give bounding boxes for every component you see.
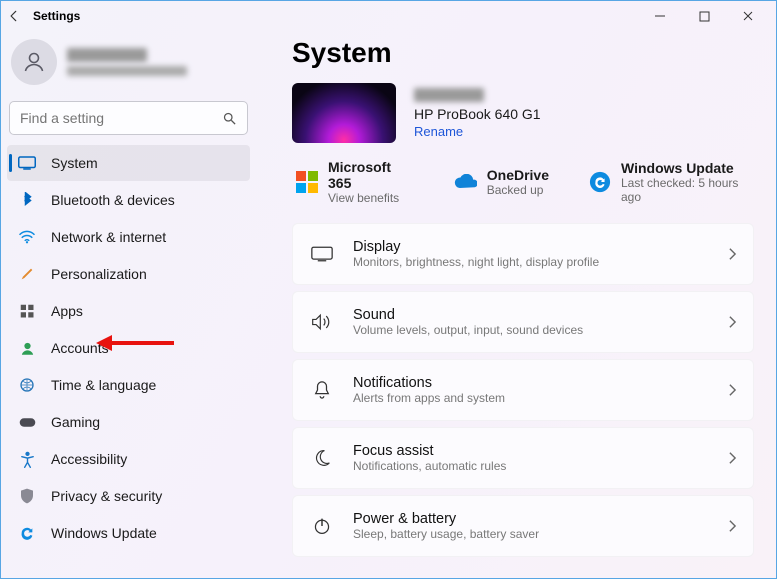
chevron-right-icon <box>728 247 737 261</box>
sidebar-item-label: Bluetooth & devices <box>51 192 175 208</box>
card-sub: Monitors, brightness, night light, displ… <box>353 255 728 269</box>
page-title: System <box>292 37 754 69</box>
card-sub: Volume levels, output, input, sound devi… <box>353 323 728 337</box>
settings-cards: Display Monitors, brightness, night ligh… <box>292 223 754 557</box>
card-notifications[interactable]: Notifications Alerts from apps and syste… <box>292 359 754 421</box>
update-icon <box>17 524 37 542</box>
minimize-button[interactable] <box>638 1 682 31</box>
device-wallpaper-preview <box>292 83 396 143</box>
sidebar-item-windows-update[interactable]: Windows Update <box>7 515 250 551</box>
apps-icon <box>17 302 37 320</box>
nav-list: System Bluetooth & devices Network & int… <box>7 145 250 551</box>
card-title: Notifications <box>353 375 728 391</box>
sidebar-item-label: Network & internet <box>51 229 166 245</box>
sidebar-item-privacy[interactable]: Privacy & security <box>7 478 250 514</box>
sidebar: System Bluetooth & devices Network & int… <box>1 31 256 578</box>
status-windows-update[interactable]: Windows Update Last checked: 5 hours ago <box>589 159 754 205</box>
sidebar-item-accounts[interactable]: Accounts <box>7 330 250 366</box>
chevron-right-icon <box>728 315 737 329</box>
chevron-right-icon <box>728 519 737 533</box>
back-button[interactable] <box>7 9 27 23</box>
card-power-battery[interactable]: Power & battery Sleep, battery usage, ba… <box>292 495 754 557</box>
account-icon <box>17 339 37 357</box>
user-email <box>67 66 187 76</box>
sidebar-item-label: Privacy & security <box>51 488 162 504</box>
close-button[interactable] <box>726 1 770 31</box>
card-title: Power & battery <box>353 511 728 527</box>
avatar <box>11 39 57 85</box>
sidebar-item-time-language[interactable]: Time & language <box>7 367 250 403</box>
search-box[interactable] <box>9 101 248 135</box>
search-icon <box>222 111 237 126</box>
sidebar-item-network[interactable]: Network & internet <box>7 219 250 255</box>
sidebar-item-bluetooth[interactable]: Bluetooth & devices <box>7 182 250 218</box>
wifi-icon <box>17 228 37 246</box>
sidebar-item-label: Gaming <box>51 414 100 430</box>
sound-icon <box>309 313 335 331</box>
card-focus-assist[interactable]: Focus assist Notifications, automatic ru… <box>292 427 754 489</box>
card-sub: Alerts from apps and system <box>353 391 728 405</box>
user-name <box>67 48 147 62</box>
search-input[interactable] <box>20 110 222 126</box>
status-title: OneDrive <box>487 167 549 183</box>
moon-icon <box>309 449 335 467</box>
status-sub: View benefits <box>328 191 413 205</box>
device-model: HP ProBook 640 G1 <box>414 106 541 122</box>
sidebar-item-label: Personalization <box>51 266 147 282</box>
status-row: Microsoft 365 View benefits OneDrive Bac… <box>292 159 754 205</box>
paintbrush-icon <box>17 265 37 283</box>
sidebar-item-label: Accessibility <box>51 451 127 467</box>
display-icon <box>309 246 335 262</box>
sidebar-item-system[interactable]: System <box>7 145 250 181</box>
status-title: Microsoft 365 <box>328 159 413 191</box>
clock-globe-icon <box>17 376 37 394</box>
device-info-block[interactable]: HP ProBook 640 G1 Rename <box>292 83 754 143</box>
sidebar-item-gaming[interactable]: Gaming <box>7 404 250 440</box>
card-title: Display <box>353 239 728 255</box>
windows-update-icon <box>589 171 611 193</box>
status-microsoft-365[interactable]: Microsoft 365 View benefits <box>296 159 413 205</box>
gaming-icon <box>17 413 37 431</box>
user-account-block[interactable] <box>7 35 250 95</box>
bluetooth-icon <box>17 191 37 209</box>
onedrive-icon <box>453 174 477 190</box>
sidebar-item-label: Accounts <box>51 340 109 356</box>
status-sub: Backed up <box>487 183 549 197</box>
sidebar-item-apps[interactable]: Apps <box>7 293 250 329</box>
card-sub: Notifications, automatic rules <box>353 459 728 473</box>
sidebar-item-label: Windows Update <box>51 525 157 541</box>
main-panel: System HP ProBook 640 G1 Rename Microsof… <box>256 31 776 578</box>
card-title: Sound <box>353 307 728 323</box>
sidebar-item-label: Time & language <box>51 377 156 393</box>
rename-link[interactable]: Rename <box>414 124 541 139</box>
device-name <box>414 88 484 102</box>
status-sub: Last checked: 5 hours ago <box>621 176 754 204</box>
card-sound[interactable]: Sound Volume levels, output, input, soun… <box>292 291 754 353</box>
status-title: Windows Update <box>621 160 754 176</box>
chevron-right-icon <box>728 451 737 465</box>
card-sub: Sleep, battery usage, battery saver <box>353 527 728 541</box>
sidebar-item-personalization[interactable]: Personalization <box>7 256 250 292</box>
shield-icon <box>17 487 37 505</box>
title-bar: Settings <box>1 1 776 31</box>
card-title: Focus assist <box>353 443 728 459</box>
chevron-right-icon <box>728 383 737 397</box>
microsoft-365-icon <box>296 171 318 193</box>
system-icon <box>17 154 37 172</box>
window-title: Settings <box>33 9 80 23</box>
status-onedrive[interactable]: OneDrive Backed up <box>453 159 549 205</box>
card-display[interactable]: Display Monitors, brightness, night ligh… <box>292 223 754 285</box>
sidebar-item-accessibility[interactable]: Accessibility <box>7 441 250 477</box>
maximize-button[interactable] <box>682 1 726 31</box>
sidebar-item-label: Apps <box>51 303 83 319</box>
power-icon <box>309 517 335 535</box>
accessibility-icon <box>17 450 37 468</box>
bell-icon <box>309 380 335 400</box>
sidebar-item-label: System <box>51 155 98 171</box>
